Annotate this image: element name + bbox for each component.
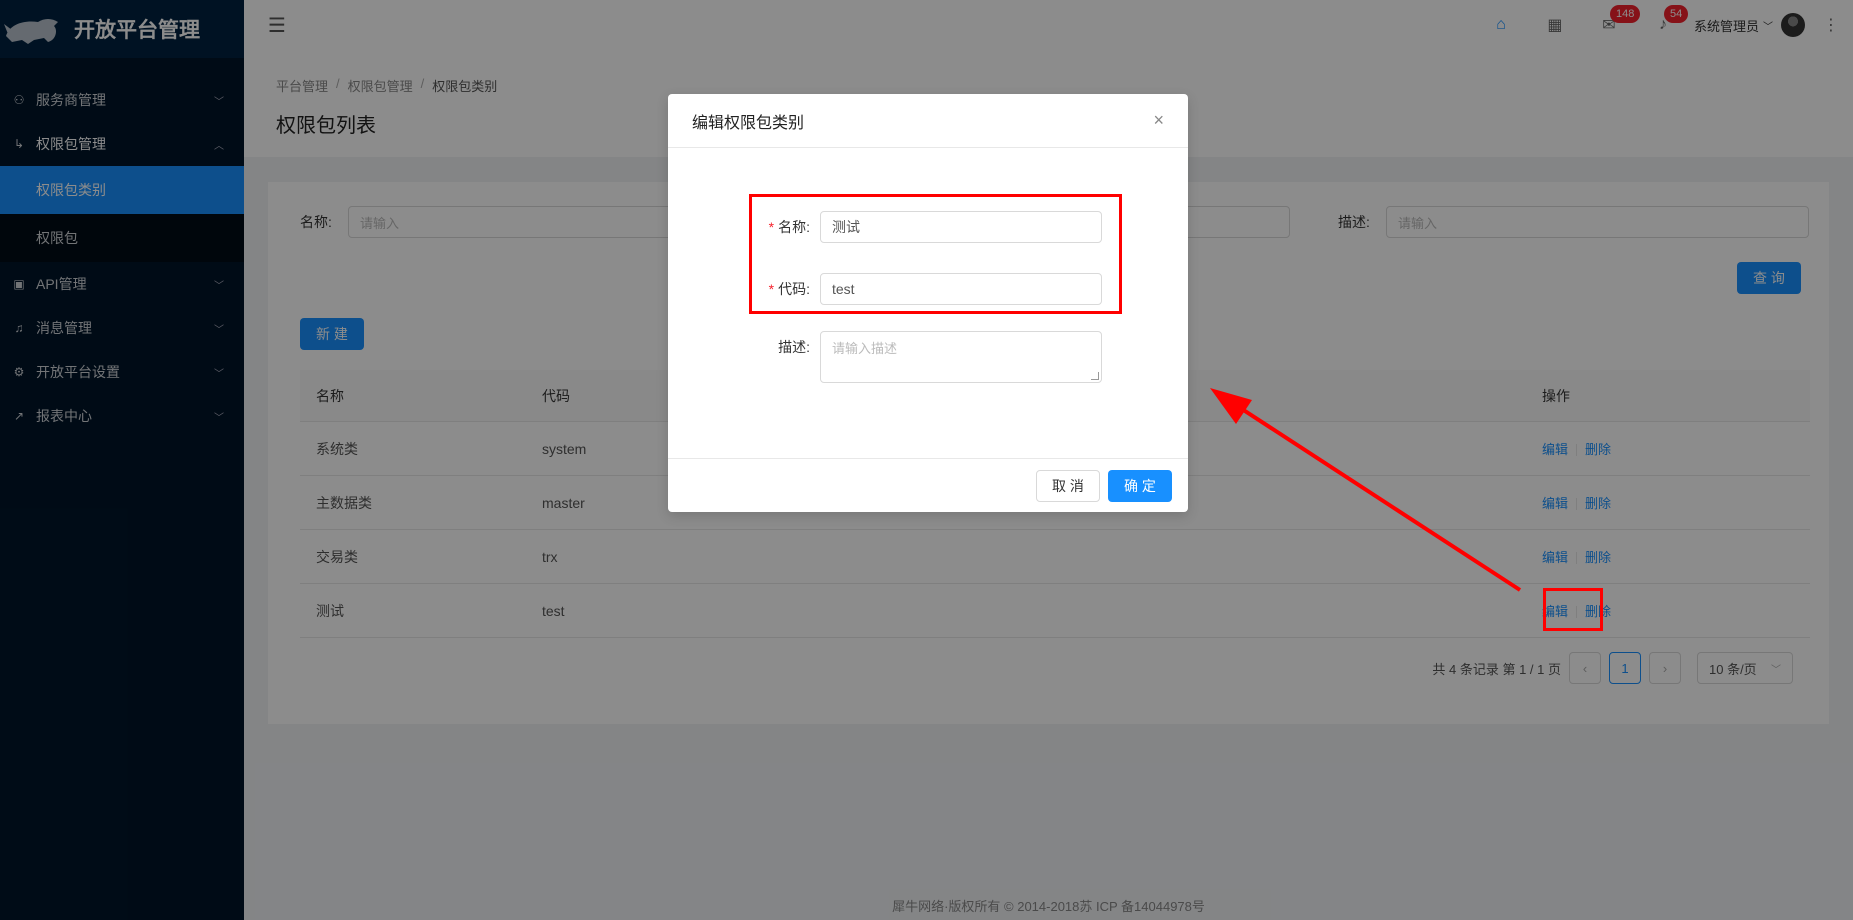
close-icon[interactable]: × — [1153, 110, 1164, 131]
form-row-desc: 描述: 请输入描述 — [668, 331, 1188, 383]
annotation-highlight-edit — [1543, 588, 1603, 631]
modal-footer: 取 消 确 定 — [668, 458, 1188, 512]
resize-handle-icon[interactable] — [1091, 372, 1099, 380]
modal-title: 编辑权限包类别 — [692, 114, 805, 132]
desc-textarea[interactable]: 请输入描述 — [820, 331, 1102, 383]
cancel-button[interactable]: 取 消 — [1036, 469, 1100, 502]
annotation-highlight-form — [749, 194, 1122, 314]
desc-placeholder: 请输入描述 — [832, 341, 898, 356]
ok-button[interactable]: 确 定 — [1108, 469, 1172, 502]
modal-header: 编辑权限包类别 × — [668, 94, 1188, 148]
desc-label: 描述: — [778, 339, 810, 355]
